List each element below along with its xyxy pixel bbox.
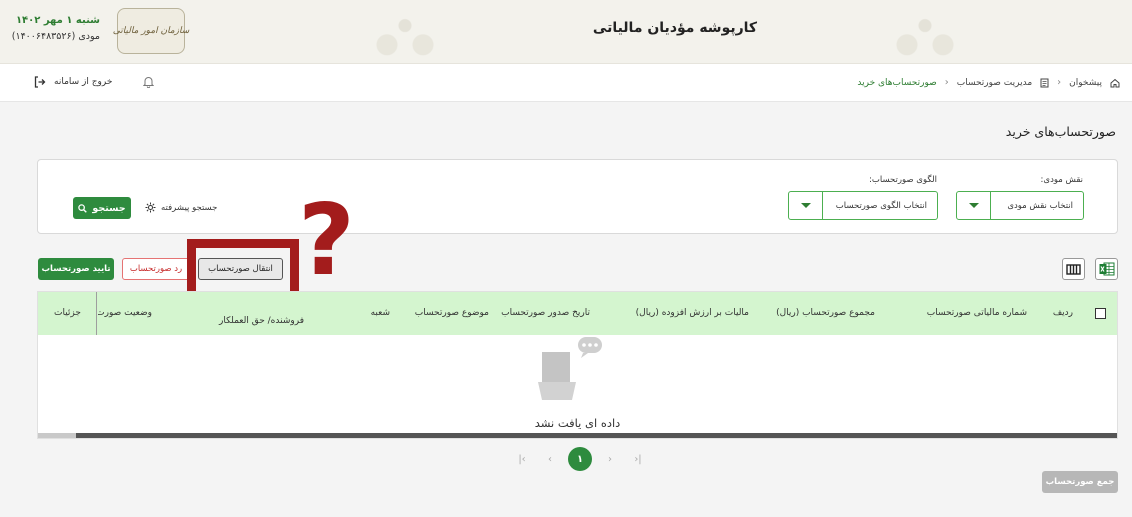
breadcrumb-item-purchase-invoices: صورتحساب‌های خرید <box>857 77 937 88</box>
logout-icon <box>34 76 46 88</box>
reject-invoice-button[interactable]: رد صورتحساب <box>122 258 190 280</box>
columns-icon <box>1066 263 1081 275</box>
first-page-button[interactable]: |‹ <box>512 449 532 469</box>
advanced-search-toggle[interactable]: جستجو پیشرفته <box>145 202 217 213</box>
previous-page-button[interactable]: ‹ <box>540 449 560 469</box>
pagination: |‹ ‹ ۱ › ›| <box>512 447 648 471</box>
chevron-down-icon <box>957 192 991 219</box>
current-date: شنبه ۱ مهر ۱۴۰۲ <box>15 15 100 26</box>
empty-state-message: داده ای یافت نشد <box>534 416 621 430</box>
role-select[interactable]: انتخاب نقش مودی <box>956 191 1084 220</box>
column-header-subject[interactable]: موضوع صورتحساب <box>415 308 489 318</box>
column-divider <box>96 292 97 335</box>
role-label: نقش مودی: <box>1040 175 1083 185</box>
column-header-total[interactable]: مجموع صورتحساب (ریال) <box>776 308 875 318</box>
column-header-details[interactable]: جزئیات <box>54 308 81 318</box>
chevron-down-icon <box>789 192 823 219</box>
sum-invoices-button[interactable]: جمع صورتحساب <box>1042 471 1118 493</box>
pattern-label: الگوی صورتحساب: <box>869 175 937 185</box>
column-header-tax-number[interactable]: شماره مالیاتی صورتحساب <box>927 308 1027 318</box>
next-page-button[interactable]: › <box>600 449 620 469</box>
table-header: ردیف شماره مالیاتی صورتحساب مجموع صورتحس… <box>38 292 1117 335</box>
page-title: صورتحساب‌های خرید <box>1005 124 1116 139</box>
last-page-button[interactable]: ›| <box>628 449 648 469</box>
document-icon <box>1040 78 1049 87</box>
column-settings-button[interactable] <box>1062 258 1085 280</box>
excel-export-button[interactable] <box>1095 258 1118 280</box>
pattern-select[interactable]: انتخاب الگوی صورتحساب <box>788 191 938 220</box>
scrollbar-thumb[interactable] <box>38 433 76 438</box>
filter-panel: نقش مودی: انتخاب نقش مودی الگوی صورتحساب… <box>37 159 1118 234</box>
breadcrumb-separator-icon: ‹ <box>1057 77 1062 88</box>
column-header-vat[interactable]: مالیات بر ارزش افزوده (ریال) <box>636 308 749 318</box>
search-icon <box>78 203 88 213</box>
breadcrumb-separator-icon: ‹ <box>944 77 949 88</box>
column-header-row[interactable]: ردیف <box>1053 308 1073 318</box>
excel-icon <box>1099 262 1114 276</box>
horizontal-scrollbar[interactable] <box>38 433 1117 438</box>
column-header-seller[interactable]: فروشنده/ حق العملکار <box>219 316 304 326</box>
breadcrumb-item-invoice-management[interactable]: مدیریت صورتحساب <box>957 78 1032 88</box>
search-button[interactable]: جستجو <box>73 197 131 219</box>
confirm-invoice-button[interactable]: تایید صورتحساب <box>38 258 114 280</box>
annotation-question-mark: ? <box>298 184 355 298</box>
empty-box-icon <box>538 337 602 400</box>
column-header-branch[interactable]: شعبه <box>371 308 390 318</box>
app-header: کارپوشه مؤدیان مالیاتی سازمان امور مالیا… <box>0 0 1132 64</box>
invoice-table: ردیف شماره مالیاتی صورتحساب مجموع صورتحس… <box>37 291 1118 439</box>
column-header-status[interactable]: وضعیت صورت <box>98 308 152 318</box>
nav-bar: خروج از سامانه پیشخوان ‹ مدیریت صورتحساب… <box>0 64 1132 102</box>
home-icon[interactable] <box>1110 78 1120 88</box>
user-id: مودی (۱۴۰۰۶۴۸۳۵۲۶) <box>11 31 100 42</box>
page-1-button[interactable]: ۱ <box>568 447 592 471</box>
notification-bell-icon[interactable] <box>142 76 155 91</box>
logout-button[interactable]: خروج از سامانه <box>34 76 112 88</box>
breadcrumb: پیشخوان ‹ مدیریت صورتحساب ‹ صورتحساب‌های… <box>857 77 1120 88</box>
gear-icon <box>145 202 156 213</box>
organization-logo: سازمان امور مالیاتی <box>113 8 189 54</box>
breadcrumb-item-dashboard[interactable]: پیشخوان <box>1069 78 1102 88</box>
select-all-checkbox[interactable] <box>1095 308 1106 319</box>
column-header-issue-date[interactable]: تاریخ صدور صورتحساب <box>501 308 590 318</box>
